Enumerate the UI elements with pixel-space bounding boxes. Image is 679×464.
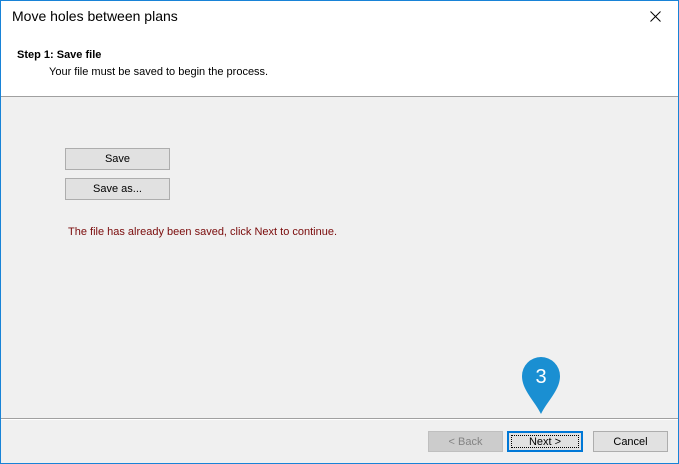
focus-rectangle	[511, 435, 579, 448]
cancel-button[interactable]: Cancel	[593, 431, 668, 452]
step-header: Step 1: Save file Your file must be save…	[1, 32, 678, 97]
step-marker-number: 3	[535, 366, 547, 388]
window-title: Move holes between plans	[12, 8, 178, 24]
close-button[interactable]	[632, 1, 678, 32]
back-button[interactable]: < Back	[428, 431, 503, 452]
step-description: Your file must be saved to begin the pro…	[49, 66, 269, 78]
step-marker: 3	[520, 354, 562, 416]
dialog-window: Move holes between plans Step 1: Save fi…	[0, 0, 679, 464]
footer-separator	[1, 418, 678, 420]
save-button[interactable]: Save	[65, 148, 170, 170]
next-button[interactable]: Next >	[507, 431, 583, 452]
save-as-button[interactable]: Save as...	[65, 178, 170, 200]
close-icon	[649, 11, 661, 22]
step-title: Step 1: Save file	[17, 49, 102, 61]
status-message: The file has already been saved, click N…	[68, 226, 338, 238]
title-bar: Move holes between plans	[1, 1, 678, 32]
